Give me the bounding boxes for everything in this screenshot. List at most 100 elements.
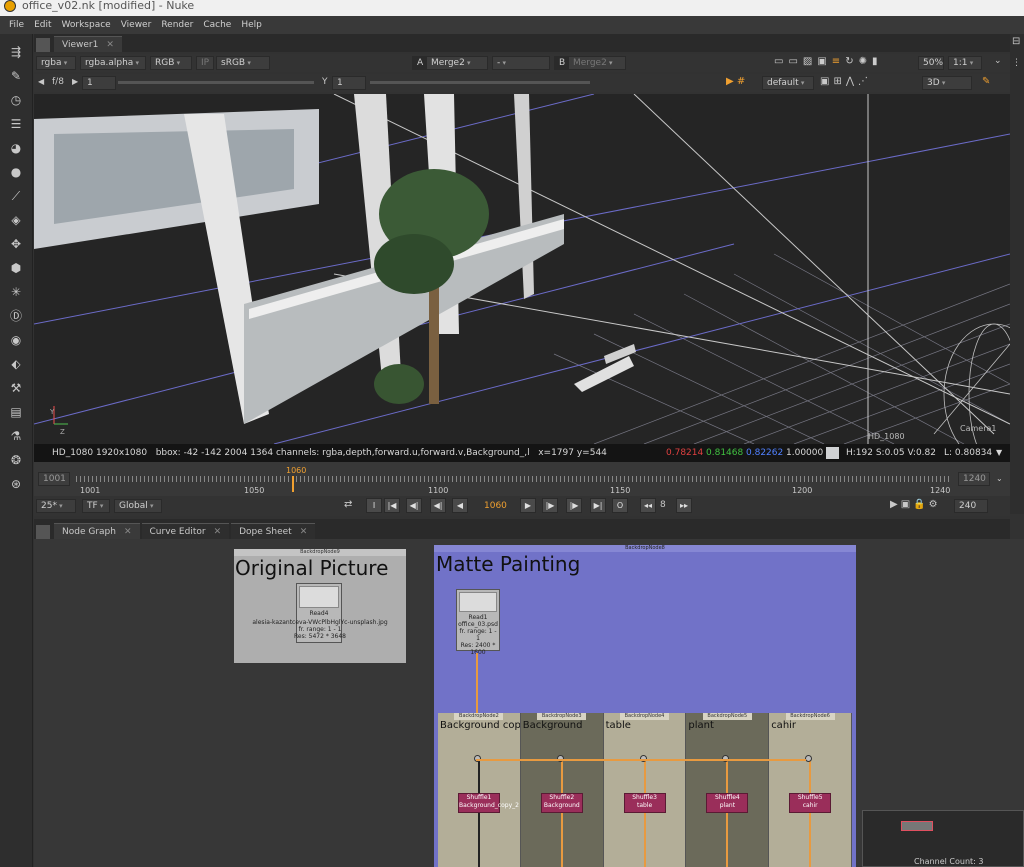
3d-tool-icons[interactable]: ▣⊞⋀⋰ [820, 76, 872, 87]
info-dropdown-icon[interactable]: ▼ [996, 444, 1002, 462]
next-keyframe-button[interactable]: ▶| [590, 498, 606, 513]
shuffle-node[interactable]: Shuffle3 table [623, 793, 666, 813]
node-graph-canvas[interactable]: BackdropNode9 Original Picture Read4 ale… [34, 539, 1024, 867]
frame-count-field[interactable]: 240 [954, 499, 988, 513]
tab-node-graph[interactable]: Node Graph ✕ [54, 523, 140, 539]
draw-tools-icon[interactable]: ✎ [8, 68, 24, 84]
close-icon[interactable]: ✕ [106, 40, 114, 50]
menu-item-viewer[interactable]: Viewer [121, 20, 152, 30]
other-tools-icon[interactable]: ▤ [8, 404, 24, 420]
backdrop-column[interactable]: BackdropNode2 Background copy Shuffle1 Back… [438, 713, 521, 867]
timeline-collapse-icon[interactable]: ⌄ [996, 474, 1003, 483]
next-increment-button[interactable]: |▶ [566, 498, 582, 513]
colorspace-select[interactable]: sRGB [216, 56, 270, 70]
step-field[interactable]: 8 [660, 500, 666, 510]
backdrop-column[interactable]: BackdropNode5 plant Shuffle4 plant [686, 713, 770, 867]
pane-menu-icon[interactable] [36, 38, 50, 52]
keyer-tools-icon[interactable]: ⟋ [8, 188, 24, 204]
lut-select[interactable]: default [762, 76, 814, 90]
cara-vr-icon[interactable]: ❂ [8, 452, 24, 468]
next-frame-button[interactable]: |▶ [542, 498, 558, 513]
fps-select[interactable]: 25* [36, 499, 76, 513]
collapse-icon[interactable]: ⌄ [994, 56, 1002, 66]
fstop-prev-icon[interactable]: ◀ [38, 77, 44, 86]
view-mode-select[interactable]: 3D [922, 76, 972, 90]
gain-field[interactable]: 1 [82, 76, 116, 90]
prev-frame-button[interactable]: ◀| [430, 498, 446, 513]
toolsets-icon[interactable]: ⚒ [8, 380, 24, 396]
more-icon[interactable]: ⋮ [1012, 58, 1021, 68]
ip-toggle[interactable]: IP [196, 56, 214, 70]
loop-icon[interactable]: ⇄ [344, 499, 352, 510]
close-icon[interactable]: ✕ [124, 527, 132, 537]
out-point-field[interactable]: 1240 [958, 472, 990, 486]
furnace-tools-icon[interactable]: ⚗ [8, 428, 24, 444]
b-input-select[interactable]: Merge2 [568, 56, 626, 70]
gamma-slider[interactable] [370, 81, 590, 84]
menu-item-workspace[interactable]: Workspace [62, 20, 111, 30]
fstop-next-icon[interactable]: ▶ [72, 77, 78, 86]
display-select[interactable]: RGB [150, 56, 192, 70]
read1-node[interactable]: Read1 office_03.psd fr. range: 1 - 1 Res… [456, 589, 500, 656]
ratio-select[interactable]: 1:1 [948, 56, 982, 70]
scope-select[interactable]: Global [114, 499, 162, 513]
play-forward-button[interactable]: ▶ [520, 498, 536, 513]
viewer-tool-icons[interactable]: ▭▭▨▣≡↻✺▮ [774, 56, 882, 67]
ocula-icon[interactable]: ⊛ [8, 476, 24, 492]
prev-keyframe-button[interactable]: |◀ [384, 498, 400, 513]
compare-mode-select[interactable]: - [492, 56, 550, 70]
transform-tools-icon[interactable]: ✥ [8, 236, 24, 252]
color-tools-icon[interactable]: ◕ [8, 140, 24, 156]
merge-tools-icon[interactable]: ◈ [8, 212, 24, 228]
particles-tools-icon[interactable]: ✳ [8, 284, 24, 300]
zoom-field[interactable]: 50% [918, 56, 944, 70]
close-icon[interactable]: ✕ [300, 527, 308, 537]
step-back-button[interactable]: ◂◂ [640, 498, 656, 513]
last-frame-button[interactable]: O [612, 498, 628, 513]
shuffle-node[interactable]: Shuffle4 plant [706, 793, 749, 813]
step-forward-button[interactable]: ▸▸ [676, 498, 692, 513]
gamma-field[interactable]: 1 [332, 76, 366, 90]
alpha-select[interactable]: rgba.alpha [80, 56, 146, 70]
menu-item-cache[interactable]: Cache [203, 20, 231, 30]
first-frame-button[interactable]: I [366, 498, 382, 513]
expand-icon[interactable]: ⊟ [1012, 36, 1020, 47]
channel-tools-icon[interactable]: ☰ [8, 116, 24, 132]
close-icon[interactable]: ✕ [214, 527, 222, 537]
tab-viewer1[interactable]: Viewer1 ✕ [54, 36, 122, 52]
a-input-select[interactable]: Merge2 [426, 56, 488, 70]
prev-increment-button[interactable]: ◀| [406, 498, 422, 513]
tab-dope-sheet[interactable]: Dope Sheet ✕ [231, 523, 316, 539]
metadata-tools-icon[interactable]: ⬖ [8, 356, 24, 372]
views-tools-icon[interactable]: ◉ [8, 332, 24, 348]
image-tools-icon[interactable]: ⇶ [8, 44, 24, 60]
shuffle-node[interactable]: Shuffle2 Background [540, 793, 583, 813]
channels-select[interactable]: rgba [36, 56, 76, 70]
gain-slider[interactable] [118, 81, 314, 84]
in-point-field[interactable]: 1001 [38, 472, 70, 486]
3d-tools-icon[interactable]: ⬢ [8, 260, 24, 276]
menu-item-help[interactable]: Help [241, 20, 262, 30]
play-backward-button[interactable]: ◀ [452, 498, 468, 513]
menu-item-render[interactable]: Render [161, 20, 193, 30]
time-tools-icon[interactable]: ◷ [8, 92, 24, 108]
deep-tools-icon[interactable]: Ⓓ [8, 308, 24, 324]
backdrop-node9[interactable]: BackdropNode9 Original Picture Read4 ale… [234, 549, 406, 663]
lut-icons[interactable]: ▶ # [726, 76, 745, 87]
pen-icon[interactable]: ✎ [982, 76, 990, 87]
backdrop-column[interactable]: BackdropNode4 table Shuffle3 table [603, 713, 687, 867]
menu-item-file[interactable]: File [9, 20, 24, 30]
playhead[interactable] [292, 476, 294, 492]
menu-item-edit[interactable]: Edit [34, 20, 51, 30]
backdrop-column[interactable]: BackdropNode3 Background Shuffle2 Backgroun… [520, 713, 604, 867]
shuffle-node[interactable]: Shuffle1 Background_copy_2 [458, 793, 519, 813]
tab-curve-editor[interactable]: Curve Editor ✕ [141, 523, 230, 539]
shuffle-node[interactable]: Shuffle5 cahir [789, 793, 832, 813]
backdrop-node8[interactable]: BackdropNode8 Matte Painting Read1 offic… [434, 545, 856, 867]
playback-mode-icons[interactable]: ▶▣🔒⚙ [890, 499, 941, 510]
timeline[interactable]: 1001 1060 1001 1050 1100 1150 1200 1240 … [34, 462, 1010, 496]
viewer-3d-viewport[interactable]: Y Z HD_1080 Camera1 [34, 94, 1010, 444]
pane-menu-icon[interactable] [36, 525, 50, 539]
tf-select[interactable]: TF [82, 499, 110, 513]
current-frame-field[interactable]: 1060 [484, 501, 507, 511]
